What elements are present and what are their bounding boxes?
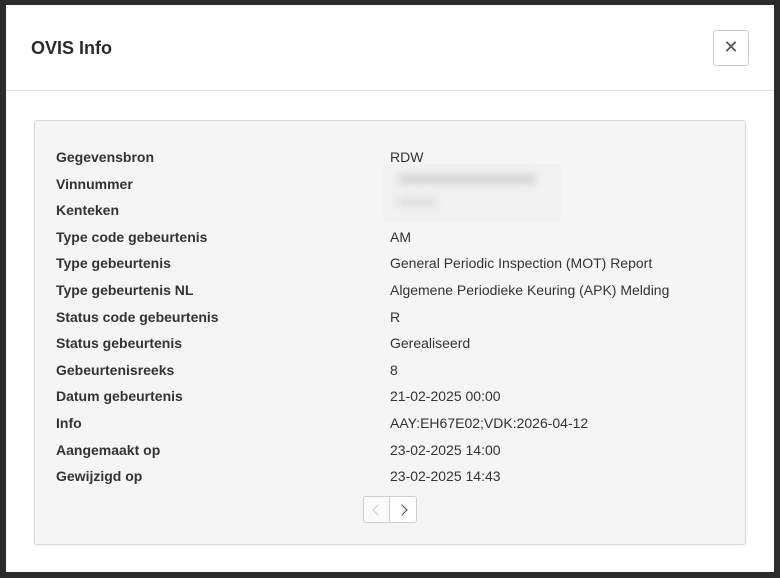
info-label: Status gebeurtenis (56, 335, 183, 352)
info-label: Datum gebeurtenis (56, 388, 183, 405)
info-value: Gerealiseerd (390, 335, 471, 352)
info-value: Algemene Periodieke Keuring (APK) Meldin… (390, 281, 670, 298)
modal-title: OVIS Info (31, 38, 112, 58)
info-value: 23-02-2025 14:43 (390, 468, 501, 485)
redacted-blur (397, 198, 437, 206)
info-row: Info AAY:EH67E02;VDK:2026-04-12 (56, 410, 726, 437)
info-value: General Periodic Inspection (MOT) Report (390, 255, 653, 272)
info-row: Gebeurtenisreeks 8 (56, 357, 726, 384)
modal-header: OVIS Info ✕ (6, 5, 774, 91)
close-button[interactable]: ✕ (713, 30, 749, 66)
info-value: AAY:EH67E02;VDK:2026-04-12 (390, 414, 589, 431)
info-label: Vinnummer (56, 175, 133, 192)
previous-button[interactable] (363, 496, 390, 523)
ovis-info-modal: OVIS Info ✕ Gegevensbron RDW Vinnummer K… (6, 5, 774, 572)
info-panel: Gegevensbron RDW Vinnummer Kenteken Type… (34, 120, 746, 545)
info-value: 21-02-2025 00:00 (390, 388, 501, 405)
info-row: Aangemaakt op 23-02-2025 14:00 (56, 437, 726, 464)
info-label: Type gebeurtenis NL (56, 281, 194, 298)
info-label: Gegevensbron (56, 149, 155, 165)
info-label: Info (56, 414, 82, 431)
chevron-right-icon (395, 503, 408, 516)
info-row: Type code gebeurtenis AM (56, 224, 726, 251)
info-row: Type gebeurtenis General Periodic Inspec… (56, 250, 726, 277)
info-value: R (390, 308, 401, 325)
info-label: Type gebeurtenis (56, 255, 171, 272)
info-row: Datum gebeurtenis 21-02-2025 00:00 (56, 383, 726, 410)
chevron-left-icon (372, 503, 384, 516)
info-row: Type gebeurtenis NL Algemene Periodieke … (56, 277, 726, 304)
info-row: Status gebeurtenis Gerealiseerd (56, 330, 726, 357)
info-value: AM (390, 228, 411, 245)
redacted-blur (397, 174, 537, 184)
info-value: 23-02-2025 14:00 (390, 441, 501, 458)
redacted-value (383, 164, 561, 221)
info-label: Aangemaakt op (56, 441, 161, 458)
info-label: Status code gebeurtenis (56, 308, 219, 325)
info-label: Type code gebeurtenis (56, 228, 208, 245)
pager (363, 496, 417, 523)
info-value: 8 (390, 361, 398, 378)
info-label: Gewijzigd op (56, 468, 143, 485)
info-label: Gebeurtenisreeks (56, 361, 175, 378)
info-label: Kenteken (56, 202, 120, 219)
close-icon: ✕ (723, 37, 739, 58)
info-row: Gewijzigd op 23-02-2025 14:43 (56, 463, 726, 490)
info-row: Status code gebeurtenis R (56, 304, 726, 331)
next-button[interactable] (390, 496, 417, 523)
